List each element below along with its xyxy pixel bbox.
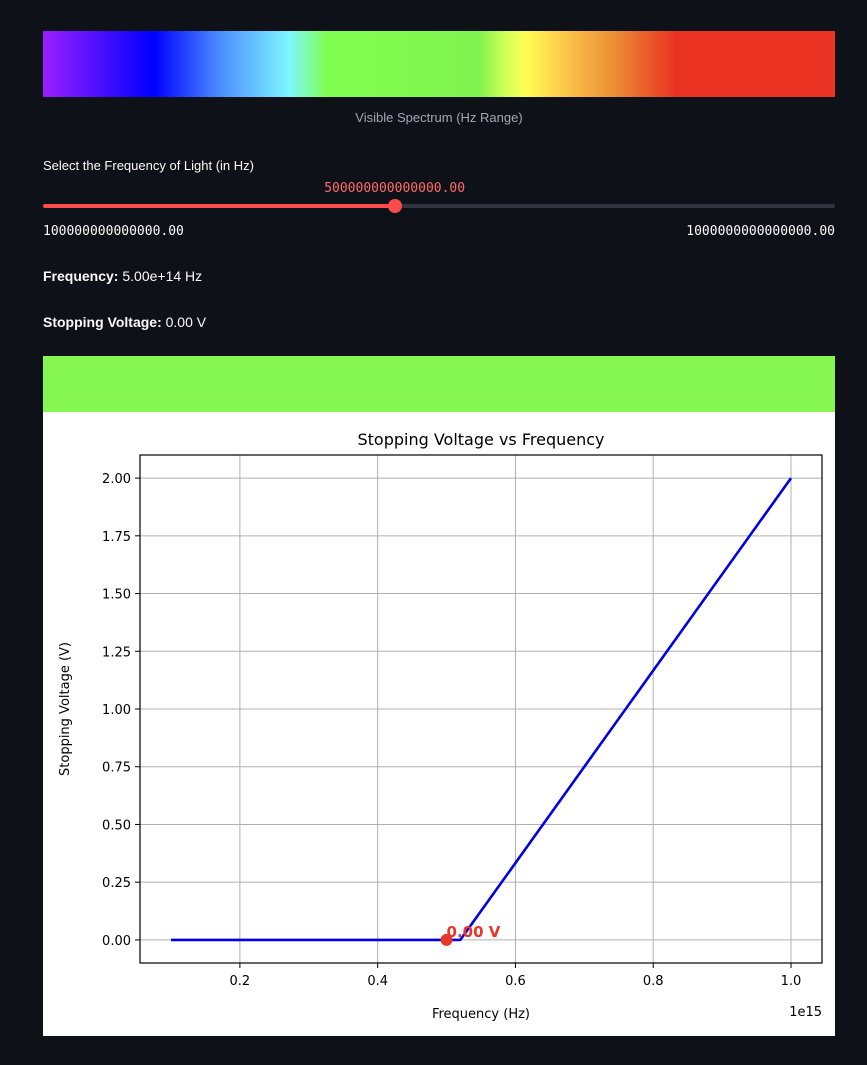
chart-svg: 0.2 0.4 0.6 0.8 1.0 0.00 0.25 0.50 0.75 1.00 1.25 1… [58, 430, 823, 1022]
y-tick-label: 1.25 [102, 645, 131, 660]
slider-current-value: 500000000000000.00 [324, 181, 466, 196]
frequency-readout: Frequency: 5.00e+14 Hz [43, 268, 202, 284]
voltage-readout: Stopping Voltage: 0.00 V [43, 314, 206, 330]
frequency-value: 5.00e+14 Hz [122, 268, 203, 284]
spectrum-caption: Visible Spectrum (Hz Range) [355, 110, 523, 125]
y-tick-label: 1.00 [102, 703, 131, 718]
voltage-label: Stopping Voltage: [43, 314, 162, 330]
slider-track[interactable] [43, 204, 835, 208]
chart-title: Stopping Voltage vs Frequency [357, 430, 604, 449]
x-tick-label: 0.6 [505, 974, 526, 989]
y-tick-label: 0.50 [102, 818, 131, 833]
chart-x-axis-label: Frequency (Hz) [432, 1007, 530, 1022]
y-tick-label: 1.75 [102, 530, 131, 545]
chart-y-axis-label: Stopping Voltage (V) [58, 642, 73, 776]
marker-label: 0.00 V [447, 923, 501, 941]
x-tick-label: 1.0 [781, 974, 802, 989]
voltage-value: 0.00 V [165, 314, 207, 330]
y-tick-label: 0.00 [102, 934, 131, 949]
y-tick-label: 0.25 [102, 876, 131, 891]
y-tick-label: 0.75 [102, 761, 131, 776]
x-tick-label: 0.8 [643, 974, 664, 989]
slider-max-value: 1000000000000000.00 [686, 224, 835, 239]
y-tick-label: 1.50 [102, 588, 131, 603]
frequency-label: Frequency: [43, 268, 119, 284]
visible-spectrum-bar [43, 31, 835, 97]
chart-series: 0.00 V [171, 477, 793, 946]
slider-thumb[interactable] [387, 199, 402, 213]
chart-x-offset-label: 1e15 [789, 1005, 822, 1020]
slider-track-fill [43, 204, 395, 208]
x-tick-label: 0.4 [367, 974, 388, 989]
slider-min-value: 100000000000000.00 [43, 224, 184, 239]
stopping-voltage-chart: 0.2 0.4 0.6 0.8 1.0 0.00 0.25 0.50 0.75 1.00 1.25 1… [43, 412, 835, 1036]
chart-grid [140, 455, 822, 963]
y-tick-label: 2.00 [102, 472, 131, 487]
frequency-slider-label: Select the Frequency of Light (in Hz) [43, 158, 254, 173]
light-color-swatch [43, 356, 835, 412]
chart-axes: 0.2 0.4 0.6 0.8 1.0 0.00 0.25 0.50 0.75 1.00 1.25 1… [102, 454, 823, 989]
x-tick-label: 0.2 [230, 974, 251, 989]
frequency-slider[interactable]: 500000000000000.00 100000000000000.00 10… [43, 178, 835, 239]
